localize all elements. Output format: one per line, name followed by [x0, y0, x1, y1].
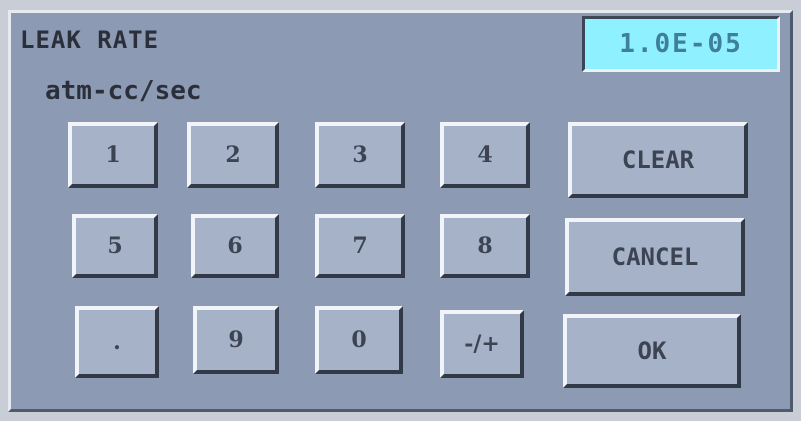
ok-button[interactable]: OK — [563, 314, 741, 388]
sign-toggle-button[interactable]: -/+ — [440, 310, 524, 378]
key-6-button[interactable]: 6 — [191, 214, 279, 278]
decimal-point-button[interactable]: . — [75, 306, 159, 378]
key-7-button[interactable]: 7 — [315, 214, 405, 278]
clear-button[interactable]: CLEAR — [568, 122, 748, 198]
cancel-button[interactable]: CANCEL — [565, 218, 745, 296]
key-5-button[interactable]: 5 — [72, 214, 158, 278]
key-1-button[interactable]: 1 — [68, 122, 158, 188]
key-0-button[interactable]: 0 — [315, 306, 403, 374]
key-3-button[interactable]: 3 — [315, 122, 405, 188]
leak-rate-entry-screen: LEAK RATE atm-cc/sec 1.0E-05 1 2 3 4 CLE… — [0, 0, 801, 421]
leak-rate-title: LEAK RATE — [20, 26, 160, 54]
leak-rate-units: atm-cc/sec — [45, 76, 202, 106]
key-2-button[interactable]: 2 — [187, 122, 279, 188]
key-8-button[interactable]: 8 — [440, 214, 530, 278]
key-4-button[interactable]: 4 — [440, 122, 530, 188]
leak-rate-value-display[interactable]: 1.0E-05 — [582, 16, 780, 72]
key-9-button[interactable]: 9 — [193, 306, 279, 374]
